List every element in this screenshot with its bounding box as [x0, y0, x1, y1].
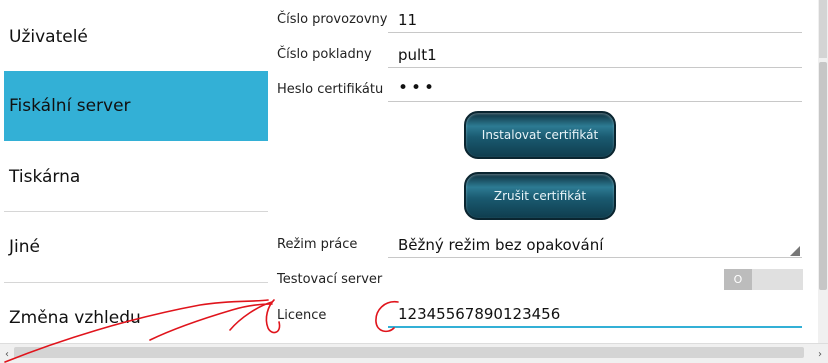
pokladna-underline [388, 67, 802, 68]
sidebar-item-other[interactable]: Jiné [4, 212, 268, 282]
cancel-certificate-button[interactable]: Zrušit certifikát [464, 172, 616, 220]
install-certificate-label: Instalovat certifikát [481, 128, 599, 142]
heslo-label: Heslo certifikátu [277, 82, 384, 97]
horizontal-scrollbar[interactable]: ‹ › [0, 343, 828, 363]
vertical-scroll-thumb[interactable] [819, 62, 827, 290]
fiscal-server-form: Číslo provozovny 11 Číslo pokladny pult1… [268, 0, 816, 343]
cancel-certificate-label: Zrušit certifikát [493, 189, 587, 203]
provozovna-underline [388, 32, 802, 33]
rezim-label: Režim práce [277, 237, 358, 252]
sidebar-item-label: Uživatelé [9, 27, 88, 47]
horizontal-scroll-thumb[interactable] [14, 347, 804, 358]
mode-select[interactable]: Běžný režim bez opakování [398, 236, 603, 254]
install-certificate-button[interactable]: Instalovat certifikát [464, 111, 616, 159]
settings-sidebar: Uživatelé Fiskální server Tiskárna Jiné … [4, 0, 268, 343]
test-server-toggle[interactable]: O [724, 269, 803, 290]
sidebar-item-printer[interactable]: Tiskárna [4, 142, 268, 212]
licence-field[interactable]: 12345567890123456 [388, 302, 802, 328]
scroll-left-icon[interactable]: ‹ [1, 344, 13, 363]
toggle-state-text: O [733, 273, 743, 286]
vertical-scrollbar[interactable] [818, 0, 828, 343]
sidebar-item-label: Změna vzhledu [9, 308, 141, 328]
pokladna-label: Číslo pokladny [277, 47, 372, 62]
sidebar-item-fiscal-server[interactable]: Fiskální server [4, 71, 268, 141]
pokladna-input[interactable]: pult1 [398, 46, 437, 64]
provozovna-label: Číslo provozovny [277, 12, 388, 27]
licence-value: 12345567890123456 [398, 305, 561, 323]
sidebar-item-label: Jiné [9, 237, 40, 257]
password-underline [388, 101, 802, 102]
sidebar-item-label: Fiskální server [9, 96, 131, 116]
licence-label: Licence [277, 308, 327, 323]
sidebar-item-label: Tiskárna [9, 167, 81, 187]
mode-select-underline [388, 257, 802, 258]
dropdown-arrow-icon[interactable] [790, 246, 800, 256]
provozovna-input[interactable]: 11 [398, 11, 417, 29]
sidebar-item-users[interactable]: Uživatelé [4, 2, 268, 72]
test-server-label: Testovací server [277, 272, 383, 287]
scroll-track-segment [819, 0, 827, 58]
scroll-right-icon[interactable]: › [814, 344, 826, 363]
password-input[interactable]: ••• [398, 78, 437, 98]
toggle-knob: O [724, 269, 752, 290]
